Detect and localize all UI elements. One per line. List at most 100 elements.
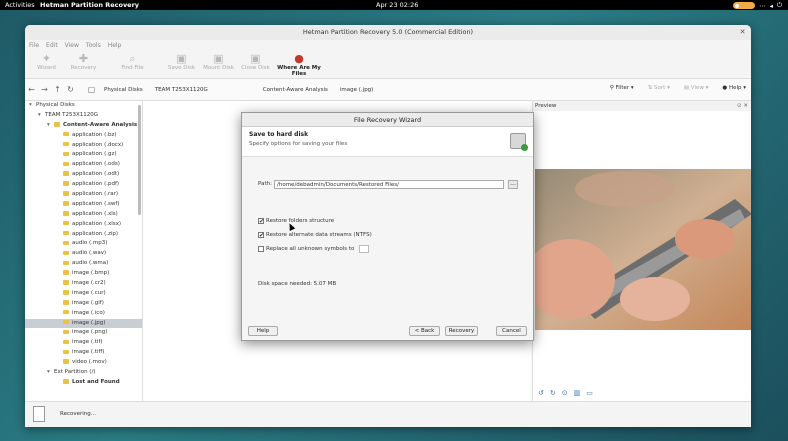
path-input[interactable]: /home/debadmin/Documents/Restored Files/ (274, 180, 504, 189)
breadcrumb-physical-disks[interactable]: Physical Disks (104, 87, 143, 93)
breadcrumb-content-aware[interactable]: Content-Aware Analysis (263, 87, 328, 93)
tree-item[interactable]: video (.mov) (25, 358, 142, 368)
find-file-button[interactable]: ⌕ Find File (114, 51, 151, 72)
tree-item[interactable]: application (.gz) (25, 150, 142, 160)
browse-button[interactable]: ... (508, 180, 518, 189)
restore-folders-checkbox[interactable]: ✔ Restore folders structure (258, 218, 334, 225)
wizard-button[interactable]: ✦ Wizard (28, 51, 65, 72)
tree-item[interactable]: ▾ Ext Partition (/) (25, 368, 142, 378)
tree-item[interactable]: image (.gif) (25, 299, 142, 309)
tree-item[interactable]: audio (.mp3) (25, 239, 142, 249)
menu-help[interactable]: Help (108, 42, 122, 49)
menu-edit[interactable]: Edit (46, 42, 58, 49)
tree-item[interactable]: audio (.wav) (25, 249, 142, 259)
recovery-button[interactable]: ✚ Recovery (65, 51, 102, 72)
status-text: Recovering... (60, 411, 96, 417)
fullscreen-icon[interactable]: ▭ (586, 389, 593, 397)
checkbox-box[interactable] (258, 246, 264, 252)
tree-item[interactable]: image (.cur) (25, 289, 142, 299)
power-icon[interactable]: ⏻ (777, 1, 782, 10)
fit-icon[interactable]: ▥ (574, 389, 581, 397)
preview-close-icon[interactable]: ⊙ ✕ (737, 101, 748, 111)
tree-item[interactable]: image (.jpg) (25, 318, 142, 329)
tree-item-label: image (.tiff) (72, 349, 105, 356)
where-are-my-files-button[interactable]: ● Where Are My Files (274, 51, 324, 78)
tree-item[interactable]: image (.tif) (25, 338, 142, 348)
help-button[interactable]: ● Help ▾ (722, 85, 746, 91)
folder-icon (63, 379, 69, 384)
folder-tree[interactable]: ▾ Physical Disks ▾ TEAM T253X1120G ▾ Content-… (25, 101, 143, 401)
system-tray[interactable]: ⋯ ◂ ⏻ (733, 1, 782, 10)
recovery-button-dialog[interactable]: Recovery (445, 326, 478, 336)
tree-item[interactable]: application (.docx) (25, 141, 142, 151)
refresh-icon[interactable]: ↻ (64, 85, 77, 94)
zoom-icon[interactable]: ⊙ (562, 389, 568, 397)
tree-item-label: application (.odt) (72, 171, 120, 178)
close-icon[interactable]: ✕ (738, 28, 747, 37)
folder-icon (63, 141, 69, 147)
rotate-left-icon[interactable]: ↺ (538, 389, 544, 397)
tree-item-label: image (.png) (72, 329, 108, 336)
tree-item[interactable]: image (.bmp) (25, 269, 142, 279)
volume-icon[interactable]: ◂ (770, 2, 773, 10)
tree-item[interactable]: application (.xlsx) (25, 220, 142, 230)
activities-button[interactable]: Activities (5, 1, 35, 9)
help-button-dialog[interactable]: Help (248, 326, 278, 336)
indicator-icon[interactable] (733, 2, 756, 9)
tree-item[interactable]: ▾ TEAM T253X1120G (25, 111, 142, 121)
save-disk-button[interactable]: ▣ Save Disk (163, 51, 200, 72)
checkbox-box[interactable]: ✔ (258, 218, 264, 225)
tree-toggle-icon[interactable]: ▾ (47, 121, 54, 131)
back-button[interactable]: < Back (409, 326, 440, 336)
tree-toggle-icon[interactable]: ▾ (38, 111, 45, 121)
tree-item[interactable]: ▾ Content-Aware Analysis (25, 121, 142, 131)
replace-symbols-checkbox[interactable]: Replace all unknown symbols to (258, 245, 370, 253)
filter-button[interactable]: ⚲ Filter ▾ (610, 85, 634, 91)
document-icon (33, 406, 45, 422)
tree-item[interactable]: audio (.wma) (25, 259, 142, 269)
clock[interactable]: Apr 23 02:26 (376, 1, 418, 9)
cancel-button[interactable]: Cancel (496, 326, 527, 336)
wand-icon: ✦ (41, 52, 52, 65)
breadcrumb-disk[interactable]: TEAM T253X1120G (155, 87, 208, 93)
tree-item[interactable]: application (.swf) (25, 200, 142, 210)
tree-item[interactable]: application (.bz) (25, 131, 142, 141)
window-title: Hetman Partition Recovery 5.0 (Commercia… (302, 28, 474, 36)
tree-item[interactable]: image (.png) (25, 328, 142, 338)
forward-arrow-icon[interactable]: → (38, 85, 51, 94)
breadcrumb-image-jpg[interactable]: image (.jpg) (340, 87, 373, 93)
menu-file[interactable]: File (29, 42, 39, 49)
active-app-name[interactable]: Hetman Partition Recovery (40, 1, 139, 9)
up-arrow-icon[interactable]: ↑ (51, 85, 64, 94)
tree-item[interactable]: image (.ico) (25, 309, 142, 319)
back-arrow-icon[interactable]: ← (25, 85, 38, 94)
checkbox-box[interactable]: ✔ (258, 232, 264, 239)
tree-item[interactable]: application (.odt) (25, 170, 142, 180)
sort-button[interactable]: ⇅ Sort ▾ (648, 85, 670, 91)
tree-toggle-icon[interactable]: ▾ (47, 368, 54, 378)
tree-item[interactable]: application (.zip) (25, 230, 142, 240)
view-button[interactable]: ▤ View ▾ (684, 85, 709, 91)
tree-item[interactable]: Lost and Found (25, 378, 142, 388)
dialog-heading: Save to hard disk (249, 131, 309, 138)
rotate-right-icon[interactable]: ↻ (550, 389, 556, 397)
tree-toggle-icon[interactable]: ▾ (29, 101, 36, 111)
dialog-title[interactable]: File Recovery Wizard (242, 113, 533, 127)
tree-item[interactable]: image (.cr2) (25, 279, 142, 289)
close-disk-button[interactable]: ▣ Close Disk (237, 51, 274, 72)
tree-item-label: image (.jpg) (72, 319, 106, 326)
menu-tools[interactable]: Tools (86, 42, 101, 49)
tree-item[interactable]: application (.rar) (25, 190, 142, 200)
window-titlebar[interactable]: Hetman Partition Recovery 5.0 (Commercia… (25, 25, 751, 40)
replace-symbol-input[interactable] (359, 245, 370, 253)
network-icon[interactable]: ⋯ (759, 2, 766, 10)
restore-streams-checkbox[interactable]: ✔ Restore alternate data streams (NTFS) (258, 232, 372, 239)
tree-item[interactable]: image (.tiff) (25, 348, 142, 358)
folder-icon (63, 359, 69, 364)
tree-item[interactable]: ▾ Physical Disks (25, 101, 142, 111)
tree-item[interactable]: application (.pdf) (25, 180, 142, 190)
menu-view[interactable]: View (65, 42, 79, 49)
tree-item[interactable]: application (.ods) (25, 160, 142, 170)
mount-disk-button[interactable]: ▣ Mount Disk (200, 51, 237, 72)
tree-item[interactable]: application (.xls) (25, 210, 142, 220)
